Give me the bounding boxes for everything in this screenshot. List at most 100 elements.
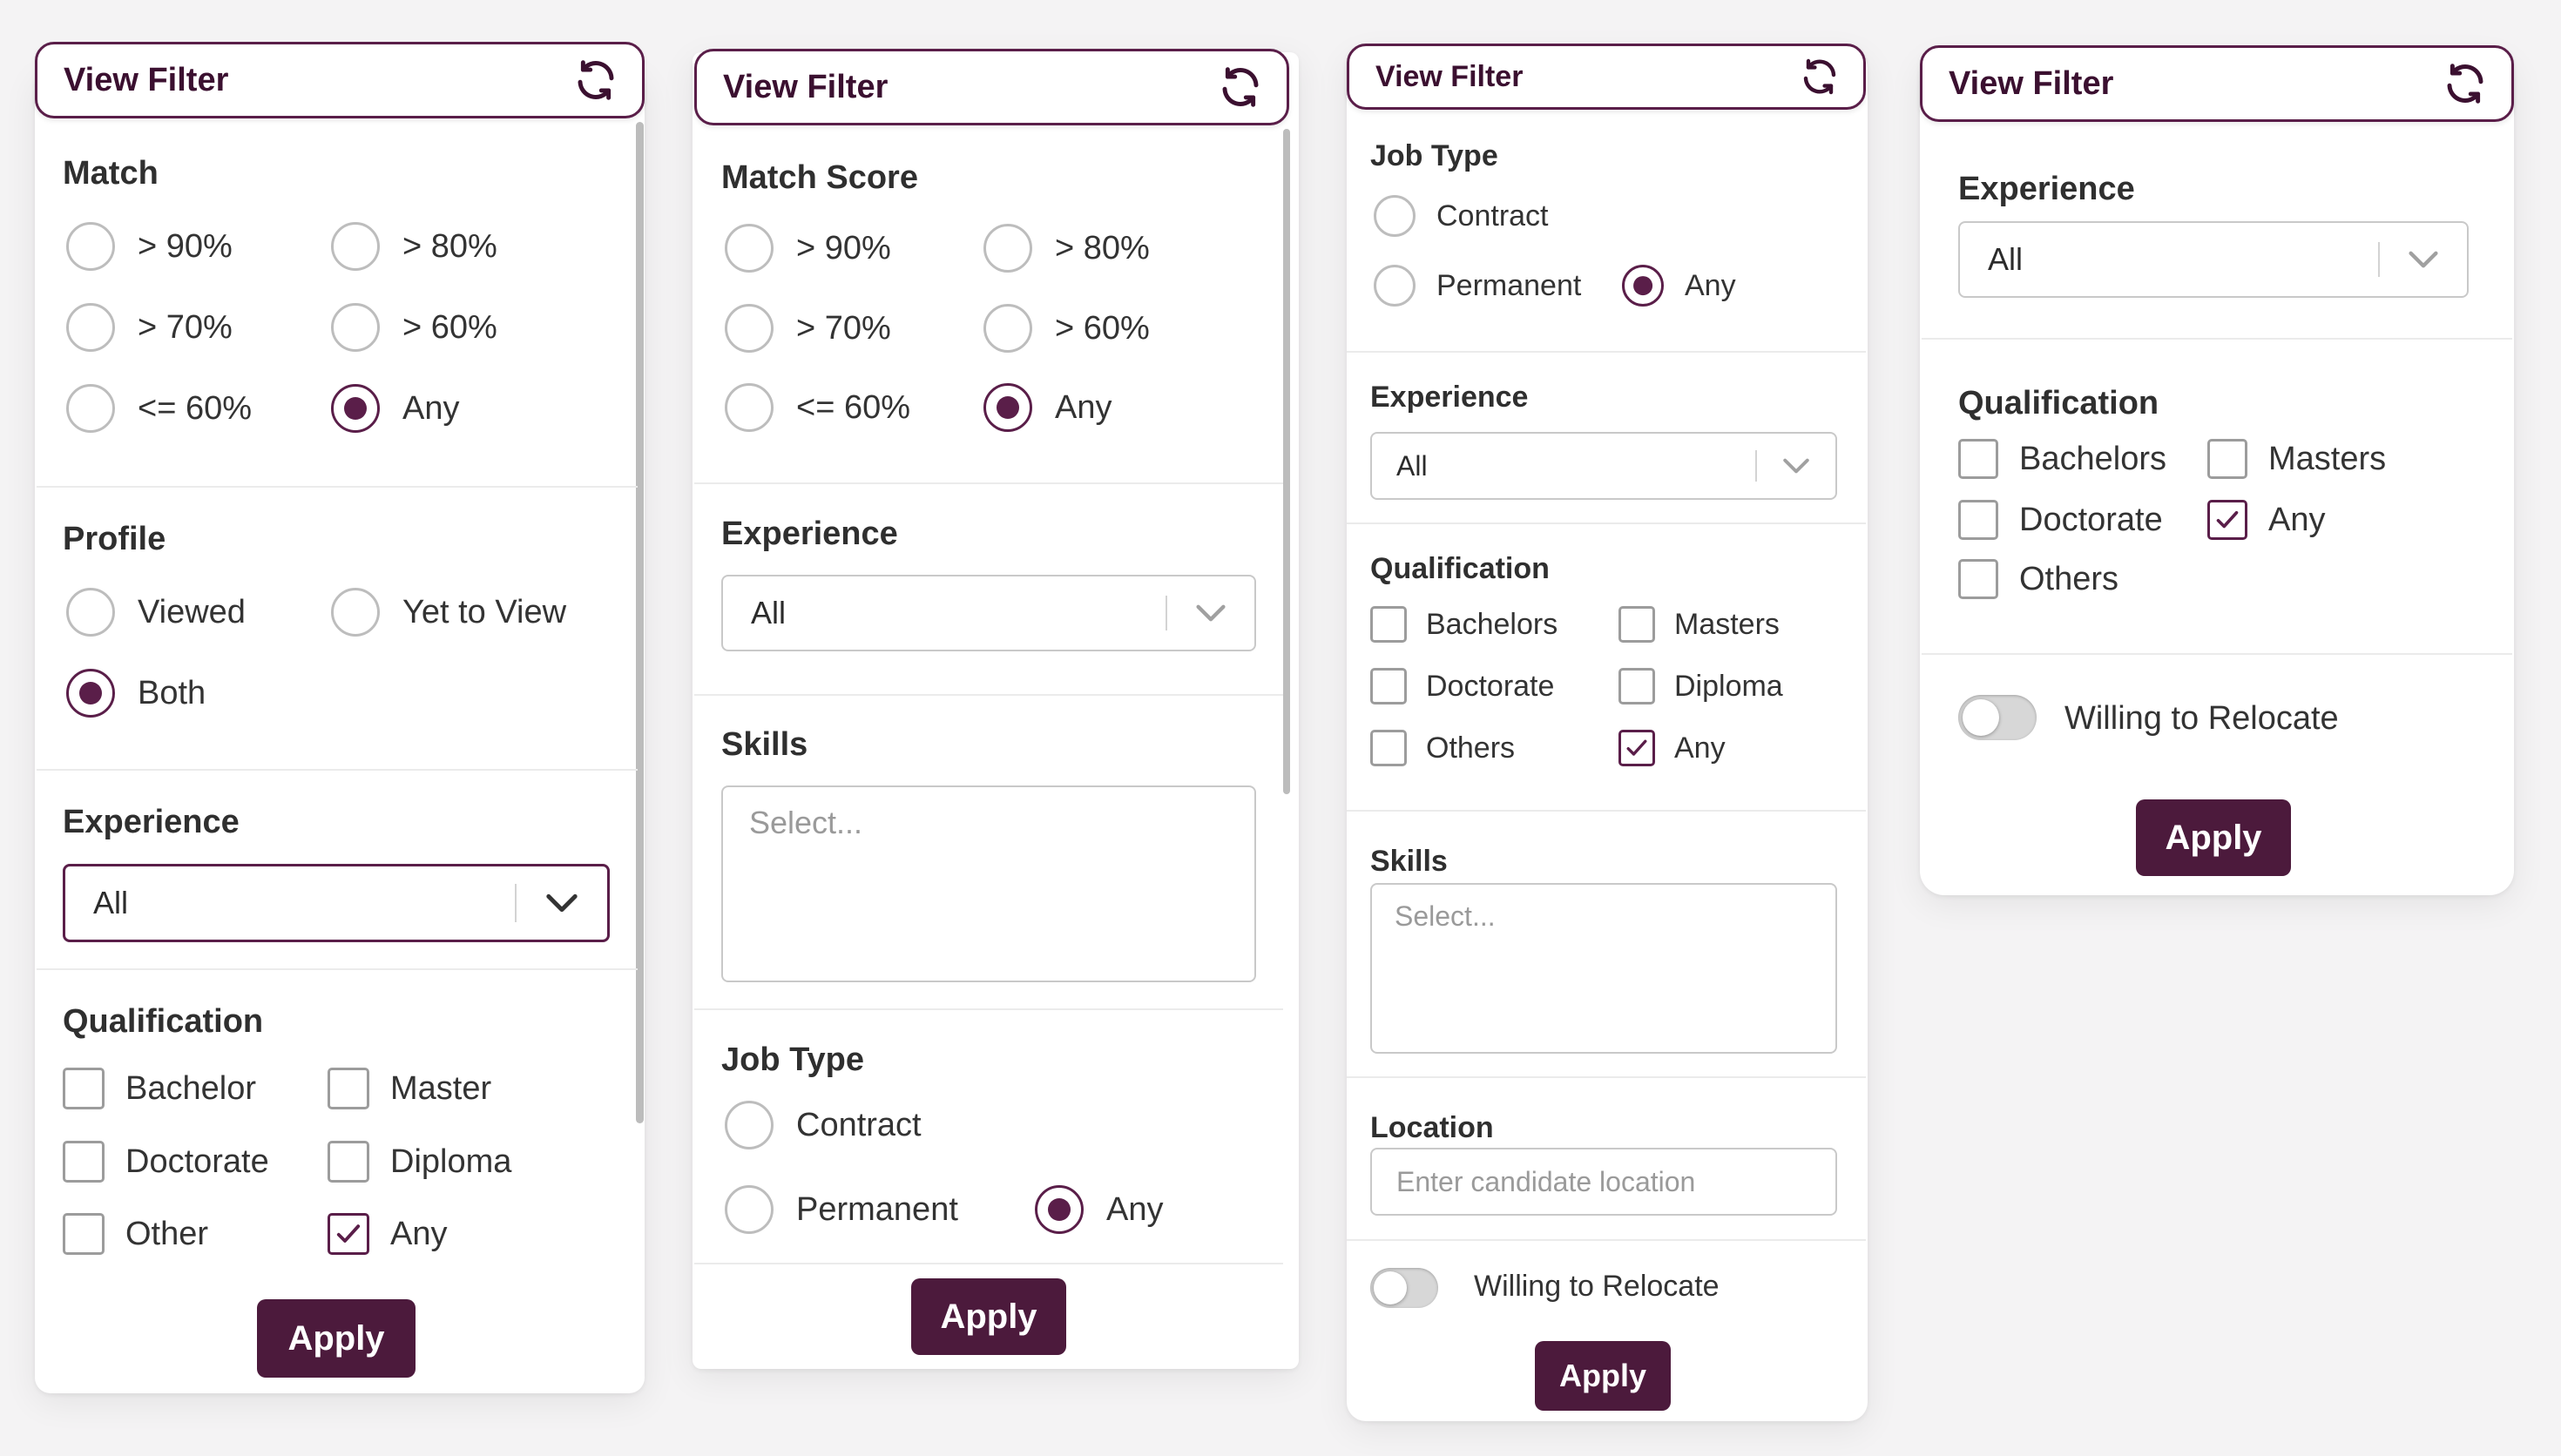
apply-button[interactable]: Apply xyxy=(2136,799,2291,876)
qualification-bachelor[interactable]: Bachelor xyxy=(63,1068,256,1109)
checkbox[interactable] xyxy=(1370,668,1407,704)
match-option-60[interactable]: > 60% xyxy=(331,303,497,352)
checkbox[interactable] xyxy=(1370,606,1407,643)
experience-select[interactable]: All xyxy=(1370,432,1837,500)
radio-button-selected[interactable] xyxy=(66,669,115,718)
radio-button[interactable] xyxy=(66,222,115,271)
apply-button[interactable]: Apply xyxy=(257,1299,416,1378)
checkbox[interactable] xyxy=(1370,730,1407,766)
checkbox-checked[interactable] xyxy=(1618,730,1655,766)
chevron-down-icon[interactable] xyxy=(1167,603,1254,623)
job-type-any[interactable]: Any xyxy=(1035,1185,1163,1234)
job-type-permanent[interactable]: Permanent xyxy=(725,1185,958,1234)
qualification-other[interactable]: Other xyxy=(63,1213,208,1255)
experience-select[interactable]: All xyxy=(721,575,1256,651)
experience-select[interactable]: All xyxy=(63,864,610,942)
checkbox[interactable] xyxy=(328,1141,369,1183)
experience-select[interactable]: All xyxy=(1958,221,2469,298)
match-option-lte-60[interactable]: <= 60% xyxy=(725,383,910,432)
checkbox[interactable] xyxy=(2207,439,2247,479)
match-option-70[interactable]: > 70% xyxy=(66,303,233,352)
scrollbar[interactable] xyxy=(636,122,644,1123)
profile-option-both[interactable]: Both xyxy=(66,669,206,718)
checkbox[interactable] xyxy=(328,1068,369,1109)
checkbox[interactable] xyxy=(63,1141,105,1183)
skills-select[interactable]: Select... xyxy=(721,785,1256,982)
profile-option-viewed[interactable]: Viewed xyxy=(66,588,246,637)
qualification-masters[interactable]: Masters xyxy=(2207,439,2386,479)
qualification-others[interactable]: Others xyxy=(1370,730,1515,766)
apply-button[interactable]: Apply xyxy=(911,1278,1066,1355)
radio-button[interactable] xyxy=(725,224,774,273)
job-type-contract[interactable]: Contract xyxy=(1374,195,1549,237)
radio-button[interactable] xyxy=(66,384,115,433)
scrollbar[interactable] xyxy=(1283,129,1290,794)
qualification-others[interactable]: Others xyxy=(1958,559,2118,599)
match-option-90[interactable]: > 90% xyxy=(66,222,233,271)
radio-button-selected[interactable] xyxy=(1035,1185,1084,1234)
refresh-icon[interactable] xyxy=(2442,60,2489,107)
match-option-80[interactable]: > 80% xyxy=(983,224,1150,273)
radio-button[interactable] xyxy=(725,383,774,432)
radio-button[interactable] xyxy=(983,224,1032,273)
match-option-90[interactable]: > 90% xyxy=(725,224,891,273)
radio-button[interactable] xyxy=(1374,265,1416,307)
checkbox[interactable] xyxy=(63,1068,105,1109)
radio-button[interactable] xyxy=(331,222,380,271)
match-option-80[interactable]: > 80% xyxy=(331,222,497,271)
radio-button[interactable] xyxy=(725,304,774,353)
refresh-icon[interactable] xyxy=(572,57,619,104)
match-option-lte-60[interactable]: <= 60% xyxy=(66,384,252,433)
profile-option-yet-to-view[interactable]: Yet to View xyxy=(331,588,566,637)
checkbox[interactable] xyxy=(1958,439,1998,479)
qualification-doctorate[interactable]: Doctorate xyxy=(63,1141,269,1183)
checkbox[interactable] xyxy=(1618,668,1655,704)
checkbox-checked[interactable] xyxy=(328,1213,369,1255)
qualification-bachelors[interactable]: Bachelors xyxy=(1958,439,2166,479)
qualification-doctorate[interactable]: Doctorate xyxy=(1958,500,2163,540)
chevron-down-icon[interactable] xyxy=(2380,250,2467,269)
job-type-contract[interactable]: Contract xyxy=(725,1101,922,1149)
radio-button[interactable] xyxy=(725,1185,774,1234)
radio-button[interactable] xyxy=(331,303,380,352)
checkbox-checked[interactable] xyxy=(2207,500,2247,540)
match-option-any[interactable]: Any xyxy=(331,384,459,433)
radio-button[interactable] xyxy=(66,588,115,637)
qualification-masters[interactable]: Masters xyxy=(1618,606,1780,643)
checkbox[interactable] xyxy=(63,1213,105,1255)
qualification-doctorate[interactable]: Doctorate xyxy=(1370,668,1554,704)
location-input[interactable]: Enter candidate location xyxy=(1370,1148,1837,1216)
qualification-any[interactable]: Any xyxy=(2207,500,2325,540)
qualification-master[interactable]: Master xyxy=(328,1068,491,1109)
qualification-diploma[interactable]: Diploma xyxy=(1618,668,1783,704)
match-option-70[interactable]: > 70% xyxy=(725,304,891,353)
checkbox[interactable] xyxy=(1958,500,1998,540)
skills-select[interactable]: Select... xyxy=(1370,883,1837,1054)
checkbox[interactable] xyxy=(1958,559,1998,599)
checkmark-icon xyxy=(336,1224,361,1243)
refresh-icon[interactable] xyxy=(1217,64,1264,111)
radio-button-selected[interactable] xyxy=(983,383,1032,432)
radio-button[interactable] xyxy=(331,588,380,637)
radio-button-selected[interactable] xyxy=(331,384,380,433)
radio-button[interactable] xyxy=(1374,195,1416,237)
radio-button-selected[interactable] xyxy=(1622,265,1664,307)
qualification-any[interactable]: Any xyxy=(328,1213,447,1255)
match-option-any[interactable]: Any xyxy=(983,383,1112,432)
relocate-toggle[interactable] xyxy=(1958,695,2037,740)
checkbox[interactable] xyxy=(1618,606,1655,643)
qualification-any[interactable]: Any xyxy=(1618,730,1726,766)
radio-button[interactable] xyxy=(983,304,1032,353)
chevron-down-icon[interactable] xyxy=(517,893,607,913)
radio-button[interactable] xyxy=(66,303,115,352)
qualification-diploma[interactable]: Diploma xyxy=(328,1141,511,1183)
job-type-any[interactable]: Any xyxy=(1622,265,1736,307)
qualification-bachelors[interactable]: Bachelors xyxy=(1370,606,1558,643)
refresh-icon[interactable] xyxy=(1799,56,1841,98)
match-option-60[interactable]: > 60% xyxy=(983,304,1150,353)
job-type-permanent[interactable]: Permanent xyxy=(1374,265,1581,307)
relocate-toggle[interactable] xyxy=(1370,1268,1438,1308)
apply-button[interactable]: Apply xyxy=(1535,1341,1671,1411)
chevron-down-icon[interactable] xyxy=(1757,457,1835,475)
radio-button[interactable] xyxy=(725,1101,774,1149)
